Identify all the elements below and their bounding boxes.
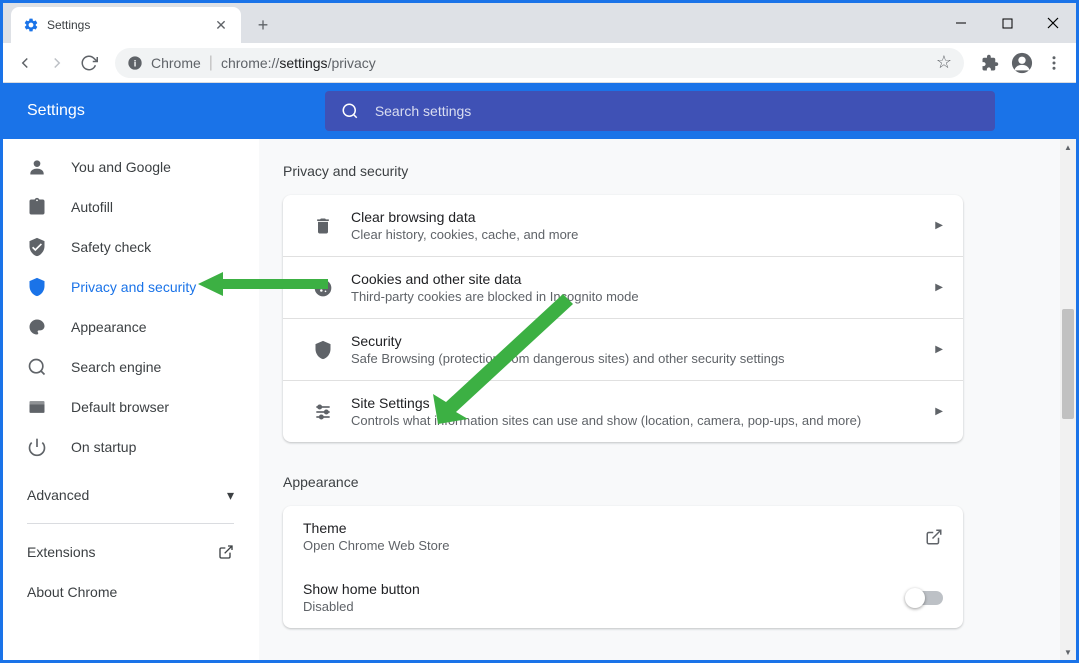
close-window-button[interactable] [1030, 3, 1076, 43]
address-bar[interactable]: i Chrome | chrome://settings/privacy ☆ [115, 48, 964, 78]
bookmark-star-icon[interactable]: ☆ [936, 52, 952, 73]
scroll-up-icon[interactable]: ▲ [1060, 139, 1076, 155]
sidebar-item-autofill[interactable]: Autofill [3, 187, 258, 227]
tab-title: Settings [47, 18, 205, 32]
profile-avatar[interactable] [1008, 49, 1036, 77]
scroll-down-icon[interactable]: ▼ [1060, 644, 1076, 660]
chevron-down-icon: ▾ [227, 487, 234, 504]
search-settings-input[interactable] [375, 103, 979, 119]
sidebar-about-chrome[interactable]: About Chrome [3, 572, 258, 612]
clear-browsing-data-row[interactable]: Clear browsing dataClear history, cookie… [283, 195, 963, 257]
open-external-icon [925, 528, 943, 546]
browser-icon [27, 397, 47, 417]
toolbar: i Chrome | chrome://settings/privacy ☆ [3, 43, 1076, 83]
appearance-card: ThemeOpen Chrome Web Store Show home but… [283, 506, 963, 628]
scrollbar[interactable]: ▲ ▼ [1060, 139, 1076, 660]
cookies-row[interactable]: Cookies and other site dataThird-party c… [283, 257, 963, 319]
open-external-icon [218, 544, 234, 560]
privacy-card: Clear browsing dataClear history, cookie… [283, 195, 963, 442]
svg-text:i: i [134, 58, 137, 68]
sidebar-item-search-engine[interactable]: Search engine [3, 347, 258, 387]
home-button-toggle[interactable] [907, 591, 943, 605]
settings-header: Settings [3, 83, 1076, 139]
palette-icon [27, 317, 47, 337]
tab-strip: Settings ✕ + [3, 3, 1076, 43]
clipboard-icon [27, 197, 47, 217]
sidebar-extensions-link[interactable]: Extensions [3, 532, 258, 572]
settings-title: Settings [27, 102, 85, 120]
shield-check-icon [27, 237, 47, 257]
privacy-section-title: Privacy and security [283, 163, 1076, 179]
browser-menu-icon[interactable] [1040, 49, 1068, 77]
theme-row[interactable]: ThemeOpen Chrome Web Store [283, 506, 963, 567]
sidebar-advanced-toggle[interactable]: Advanced▾ [3, 475, 258, 515]
minimize-button[interactable] [938, 3, 984, 43]
search-settings-wrap[interactable] [325, 91, 995, 131]
address-url: chrome://settings/privacy [221, 55, 376, 71]
sidebar-item-default-browser[interactable]: Default browser [3, 387, 258, 427]
sliders-icon [303, 402, 343, 422]
sidebar-item-appearance[interactable]: Appearance [3, 307, 258, 347]
chevron-right-icon: ▶ [935, 406, 943, 417]
browser-tab[interactable]: Settings ✕ [11, 7, 241, 43]
close-tab-icon[interactable]: ✕ [213, 17, 229, 33]
chevron-right-icon: ▶ [935, 344, 943, 355]
cookie-icon [303, 278, 343, 298]
sidebar-item-safety-check[interactable]: Safety check [3, 227, 258, 267]
chevron-right-icon: ▶ [935, 282, 943, 293]
person-icon [27, 157, 47, 177]
shield-icon [27, 277, 47, 297]
back-button[interactable] [11, 49, 39, 77]
chevron-right-icon: ▶ [935, 220, 943, 231]
main-content: Privacy and security Clear browsing data… [259, 139, 1076, 660]
search-icon [27, 357, 47, 377]
appearance-section-title: Appearance [283, 474, 1076, 490]
power-icon [27, 437, 47, 457]
site-settings-row[interactable]: Site SettingsControls what information s… [283, 381, 963, 442]
maximize-button[interactable] [984, 3, 1030, 43]
search-icon [341, 102, 359, 120]
scroll-thumb[interactable] [1062, 309, 1074, 419]
trash-icon [303, 216, 343, 236]
extensions-icon[interactable] [976, 49, 1004, 77]
sidebar-item-privacy-security[interactable]: Privacy and security [3, 267, 258, 307]
info-icon: i [127, 55, 143, 71]
address-chrome-label: Chrome [151, 55, 201, 71]
sidebar-item-you-and-google[interactable]: You and Google [3, 147, 258, 187]
shield-icon [303, 340, 343, 360]
sidebar-item-on-startup[interactable]: On startup [3, 427, 258, 467]
forward-button[interactable] [43, 49, 71, 77]
reload-button[interactable] [75, 49, 103, 77]
sidebar: You and Google Autofill Safety check Pri… [3, 139, 259, 660]
security-row[interactable]: SecuritySafe Browsing (protection from d… [283, 319, 963, 381]
gear-icon [23, 17, 39, 33]
new-tab-button[interactable]: + [249, 11, 277, 39]
show-home-button-row: Show home buttonDisabled [283, 567, 963, 628]
